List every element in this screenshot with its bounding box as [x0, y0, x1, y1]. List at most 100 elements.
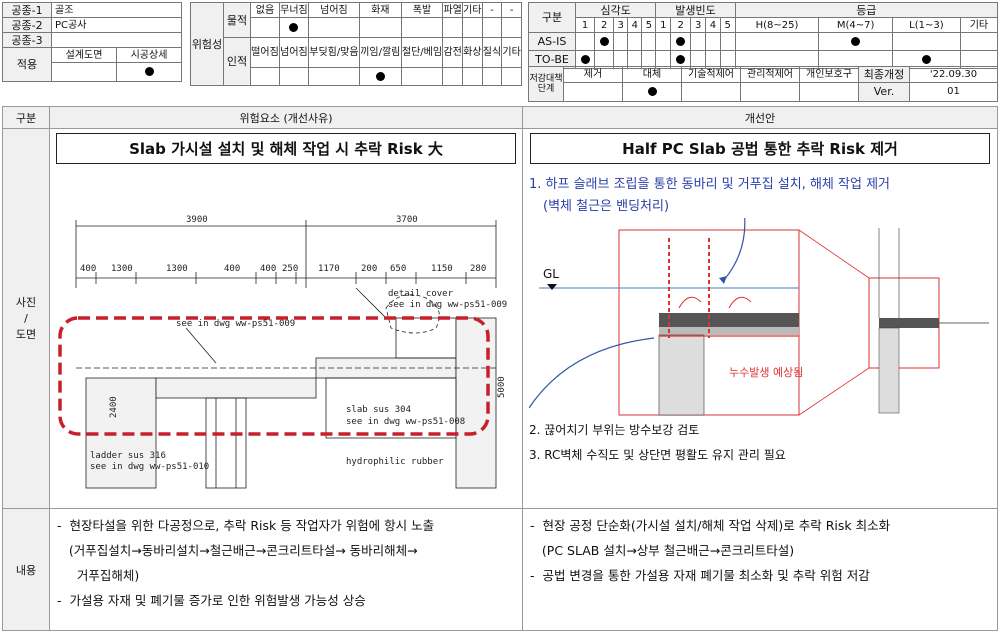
sev-num: 4 [627, 17, 643, 33]
dim-mid: 280 [470, 264, 486, 274]
material-col: 기타 [461, 2, 483, 18]
work-label-3: 공종-3 [2, 32, 52, 48]
human-col: 부딪힘/맞음 [307, 37, 360, 68]
version-label: Ver. [858, 81, 910, 103]
measure-label: 저감대책단계 [528, 66, 564, 102]
gl-label: GL [543, 267, 559, 281]
level-label: 등급 [734, 2, 999, 18]
human-col: 화상 [461, 37, 483, 68]
revision-label: 최종개정 [858, 66, 910, 83]
callout: see in dwg ww-ps51-010 [90, 462, 209, 472]
measure-col: 개인보호구 [799, 66, 859, 83]
freq-num: 4 [705, 17, 721, 33]
apply-mark-design [51, 62, 117, 82]
check-dot-icon [647, 86, 657, 96]
apply-col-design: 설계도면 [51, 47, 117, 63]
check-dot-icon [676, 36, 686, 46]
main-table: 구분 위험요소 (개선사유) 개선안 사진 / 도면 Slab 가시설 설치 및… [2, 106, 998, 631]
risk-title: Slab 가시설 설치 및 해체 작업 시 추락 Risk 大 [56, 133, 516, 164]
dim-mid: 1300 [166, 264, 188, 274]
material-label: 물적 [223, 2, 251, 38]
apply-mark-detail [116, 62, 182, 82]
check-dot-icon [289, 22, 299, 32]
material-col: 무너짐 [278, 2, 309, 18]
grade-label: 구분 [528, 2, 576, 33]
asis-label: AS-IS [528, 32, 576, 51]
check-dot-icon [144, 67, 154, 76]
material-col: - [501, 2, 522, 18]
freq-num: 3 [690, 17, 707, 33]
callout: see in dwg ww-ps51-009 [176, 319, 295, 329]
level-col: H(8~25) [734, 17, 820, 33]
frequency-label: 발생빈도 [655, 2, 736, 18]
improve-note-3: 3. RC벽체 수직도 및 상단면 평활도 유지 관리 필요 [529, 448, 786, 462]
improve-drawing: GL 누수발생 예상됨 [529, 218, 989, 416]
measure-col: 관리적제어 [740, 66, 800, 83]
human-col: 끼임/깔림 [358, 37, 402, 68]
human-col: 감전 [442, 37, 463, 68]
improve-content-cell: - 현장 공정 단순화(가시설 설치/해체 작업 삭제)로 추락 Risk 최소… [522, 508, 998, 631]
work-label-2: 공종-2 [2, 17, 52, 33]
check-dot-icon [676, 54, 686, 64]
measure-col: 대체 [622, 66, 682, 83]
risk-content-cell: - 현장타설을 위한 다공정으로, 추락 Risk 등 작업자가 위험에 항시 … [49, 508, 523, 631]
measure-col: 기술적제어 [681, 66, 741, 83]
improve-note-2: 2. 끊어치기 부위는 방수보강 검토 [529, 423, 700, 437]
hazard-table: 위험성 물적 없음 무너짐 넘어짐 화재 폭발 파열 기타 - - 인적 떨어짐… [190, 2, 522, 86]
improve-content-line: - 공법 변경을 통한 가설용 자재 폐기물 최소화 및 추락 위험 저감 [530, 568, 870, 583]
callout: hydrophilic rubber [346, 457, 444, 467]
callout: 2400 [109, 396, 119, 418]
dim-mid: 400 [224, 264, 240, 274]
check-dot-icon [375, 71, 385, 81]
row-photo-label: 사진 / 도면 [2, 128, 50, 509]
dim-mid: 200 [361, 264, 377, 274]
sev-num: 2 [594, 17, 615, 33]
work-value-2: PC공사 [51, 17, 182, 33]
dim-mid: 650 [390, 264, 406, 274]
dim-mid: 400 [260, 264, 276, 274]
dim-mid: 400 [80, 264, 96, 274]
material-col: 화재 [358, 2, 402, 18]
leak-label: 누수발생 예상됨 [729, 366, 803, 379]
check-dot-icon [851, 36, 861, 46]
callout: see in dwg ww-ps51-009 [388, 300, 507, 310]
sev-num: 1 [574, 17, 596, 33]
improve-note-1a: 1. 하프 슬래브 조립을 통한 동바리 및 거푸집 설치, 해체 작업 제거 [529, 177, 890, 192]
apply-col-detail: 시공상세 [116, 47, 182, 63]
level-col: L(1~3) [891, 17, 961, 33]
callout: see in dwg ww-ps51-008 [346, 417, 465, 427]
callout: 5000 [497, 376, 507, 398]
col-improve-header: 개선안 [522, 106, 998, 129]
callout: detail cover [388, 289, 454, 299]
work-type-table: 공종-1 골조 공종-2 PC공사 공종-3 적용 설계도면 시공상세 [2, 2, 182, 82]
dim-top-2: 3700 [396, 215, 418, 225]
risk-content-line: (거푸집설치→동바리설치→철근배근→콘크리트타설→ 동바리해체→ [57, 543, 418, 558]
hazard-title: 위험성 [190, 2, 224, 86]
material-col: 파열 [442, 2, 463, 18]
improve-content-line: (PC SLAB 설치→상부 철근배근→콘크리트타설) [530, 543, 795, 558]
row-content-label: 내용 [2, 508, 50, 631]
human-col: 넘어짐 [278, 37, 309, 68]
human-label: 인적 [223, 37, 251, 86]
col-risk-header: 위험요소 (개선사유) [49, 106, 523, 129]
work-value-1: 골조 [51, 2, 182, 18]
risk-content-line: 거푸집해체) [57, 568, 140, 583]
dim-mid: 1170 [318, 264, 340, 274]
material-col: - [481, 2, 503, 18]
human-col: 기타 [501, 37, 522, 68]
apply-label: 적용 [2, 47, 52, 82]
improve-note-1b: (벽체 철근은 밴딩처리) [543, 199, 670, 214]
callout: slab sus 304 [346, 405, 411, 415]
check-dot-icon [580, 54, 590, 64]
improve-photo-cell: Half PC Slab 공법 통한 추락 Risk 제거 1. 하프 슬래브 … [522, 128, 998, 509]
sev-num: 3 [613, 17, 629, 33]
risk-photo-cell: Slab 가시설 설치 및 해체 작업 시 추락 Risk 大 3900 370… [49, 128, 523, 509]
dim-mid: 1150 [431, 264, 453, 274]
material-col: 없음 [250, 2, 280, 18]
freq-num: 5 [719, 17, 736, 33]
severity-label: 심각도 [574, 2, 657, 18]
material-col: 폭발 [400, 2, 444, 18]
risk-drawing: 3900 3700 400 1300 1300 400 400 250 1170… [58, 215, 507, 489]
dim-top-1: 3900 [186, 215, 208, 225]
freq-num: 2 [670, 17, 692, 33]
